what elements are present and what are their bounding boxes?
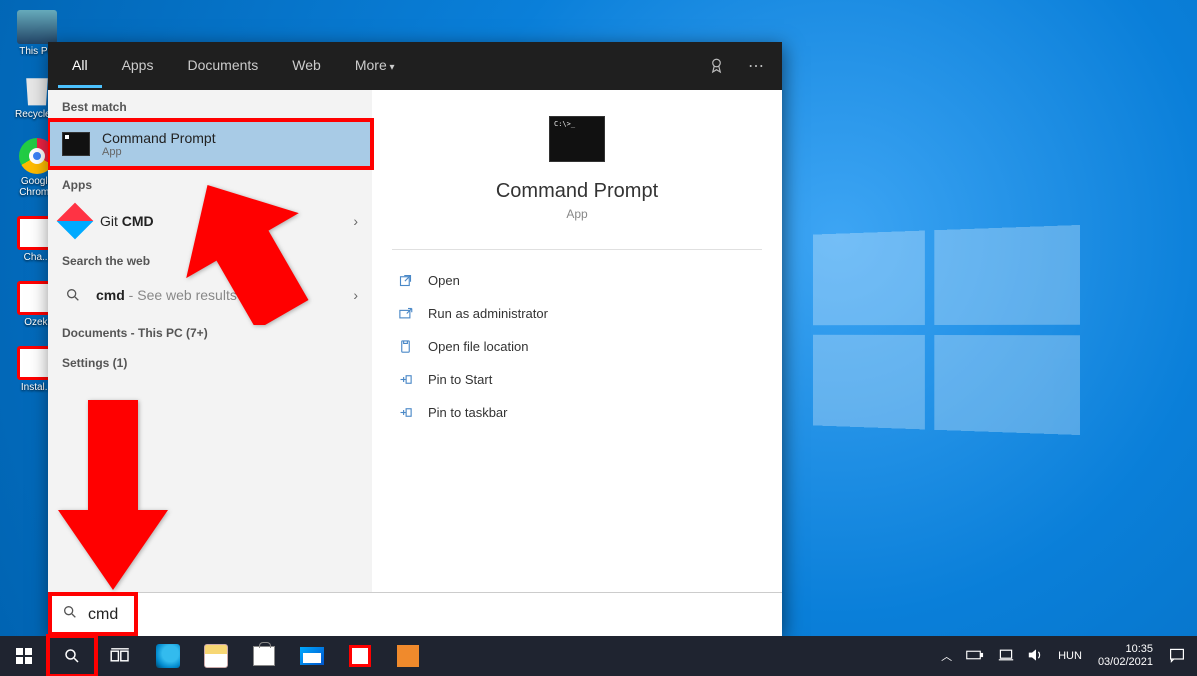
action-pin-taskbar[interactable]: Pin to taskbar	[372, 396, 782, 429]
divider	[392, 249, 762, 250]
pin-icon	[396, 405, 414, 420]
git-icon	[57, 203, 94, 240]
taskbar: ︿ HUN 10:35 03/02/2021	[0, 636, 1197, 676]
preview-type: App	[566, 207, 587, 221]
start-button[interactable]	[0, 636, 48, 676]
tray-language[interactable]: HUN	[1052, 650, 1088, 662]
result-preview-pane: Command Prompt App Open Run as administr…	[372, 90, 782, 592]
action-open[interactable]: Open	[372, 264, 782, 297]
preview-cmd-icon	[549, 116, 605, 162]
tray-chevron-up-icon[interactable]: ︿	[935, 648, 958, 664]
preview-title: Command Prompt	[496, 180, 658, 203]
tab-all[interactable]: All	[58, 45, 102, 88]
task-view-button[interactable]	[96, 636, 144, 676]
action-pin-start[interactable]: Pin to Start	[372, 363, 782, 396]
chevron-right-icon[interactable]: ›	[353, 287, 358, 303]
result-git-cmd[interactable]: Git CMD ›	[48, 198, 372, 244]
windows-logo-wallpaper	[813, 225, 1080, 435]
taskbar-app-edge[interactable]	[144, 636, 192, 676]
section-documents[interactable]: Documents - This PC (7+)	[48, 316, 372, 346]
start-search-panel: All Apps Documents Web More ⋯ Best match…	[48, 42, 782, 636]
tray-notifications-icon[interactable]	[1163, 647, 1191, 666]
tray-volume-icon[interactable]	[1022, 648, 1050, 665]
open-icon	[396, 273, 414, 288]
folder-icon	[396, 339, 414, 354]
taskbar-app-store[interactable]	[240, 636, 288, 676]
action-open-location[interactable]: Open file location	[372, 330, 782, 363]
tab-documents[interactable]: Documents	[173, 45, 272, 88]
taskbar-app-orange[interactable]	[384, 636, 432, 676]
result-subtitle: App	[102, 146, 216, 158]
tab-more[interactable]: More	[341, 45, 409, 88]
system-tray: ︿ HUN 10:35 03/02/2021	[935, 643, 1197, 669]
search-box[interactable]	[48, 592, 782, 636]
tray-clock[interactable]: 10:35 03/02/2021	[1090, 643, 1161, 669]
section-settings[interactable]: Settings (1)	[48, 346, 372, 376]
result-title: Command Prompt	[102, 130, 216, 146]
results-list: Best match Command Prompt App Apps Git C…	[48, 90, 372, 592]
tab-web[interactable]: Web	[278, 45, 335, 88]
tray-network-icon[interactable]	[992, 648, 1020, 665]
section-best-match: Best match	[48, 90, 372, 120]
search-icon	[62, 284, 84, 306]
taskbar-app-red[interactable]	[336, 636, 384, 676]
result-web-cmd[interactable]: cmd - See web results ›	[48, 274, 372, 316]
section-search-web: Search the web	[48, 244, 372, 274]
cmd-icon	[62, 132, 90, 156]
taskbar-app-mail[interactable]	[288, 636, 336, 676]
search-input[interactable]	[88, 606, 768, 624]
tab-apps[interactable]: Apps	[108, 45, 168, 88]
search-icon	[62, 604, 78, 625]
shield-icon	[396, 306, 414, 321]
tray-battery-icon[interactable]	[960, 649, 990, 664]
taskbar-app-explorer[interactable]	[192, 636, 240, 676]
search-tabs: All Apps Documents Web More ⋯	[48, 42, 782, 90]
section-apps: Apps	[48, 168, 372, 198]
pin-icon	[396, 372, 414, 387]
result-command-prompt[interactable]: Command Prompt App	[48, 120, 372, 168]
taskbar-search-button[interactable]	[48, 636, 96, 676]
more-options-icon[interactable]: ⋯	[740, 50, 772, 82]
action-run-admin[interactable]: Run as administrator	[372, 297, 782, 330]
chevron-right-icon[interactable]: ›	[353, 213, 358, 229]
rewards-icon[interactable]	[702, 50, 734, 82]
